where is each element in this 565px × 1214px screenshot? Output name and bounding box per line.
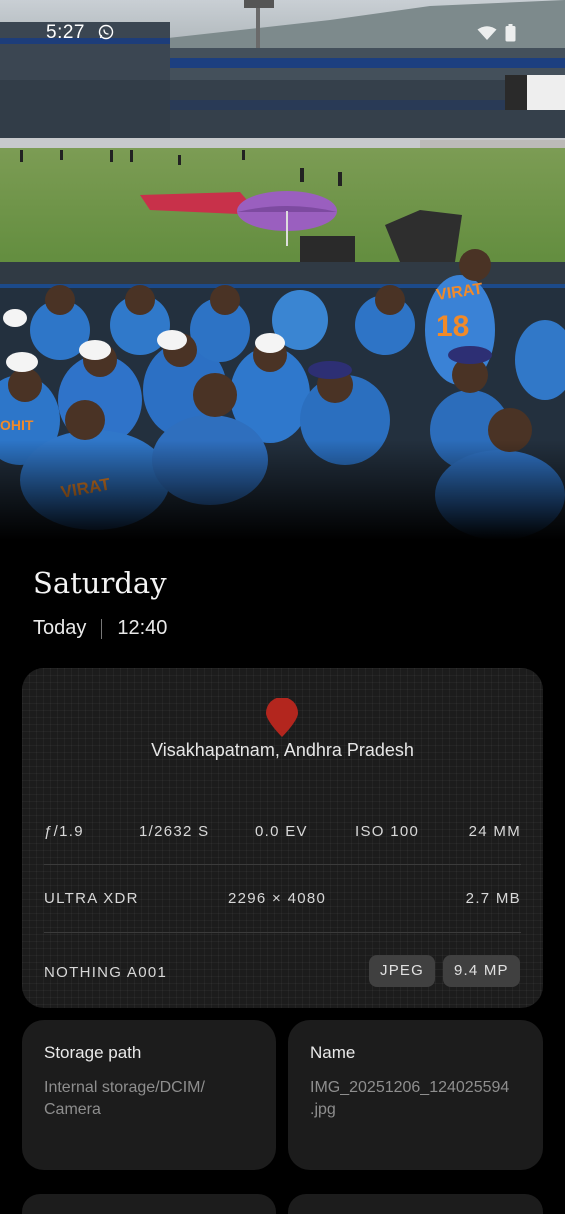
file-name-card[interactable]: Name IMG_20251206_124025594 .jpg [288, 1020, 543, 1170]
next-card-left[interactable] [22, 1194, 276, 1214]
location-text[interactable]: Visakhapatnam, Andhra Pradesh [22, 740, 543, 761]
aperture: ƒ/1.9 [44, 823, 84, 840]
image-resolution: 2296 × 4080 [228, 890, 327, 907]
device-row: NOTHING A001 JPEG 9.4 MP [44, 955, 521, 989]
storage-path-label: Storage path [44, 1043, 142, 1062]
separator [101, 618, 103, 639]
day-title: Saturday [33, 566, 167, 600]
shutter-speed: 1/2632 S [139, 823, 210, 840]
exposure-value: 0.0 EV [255, 823, 308, 840]
storage-path-value: Internal storage/DCIM/ Camera [44, 1079, 205, 1118]
exif-row: ƒ/1.9 1/2632 S 0.0 EV ISO 100 24 MM [44, 823, 521, 843]
location-pin-icon[interactable] [265, 698, 299, 738]
relative-date: Today [33, 617, 87, 639]
file-name-value: IMG_20251206_124025594 .jpg [310, 1079, 510, 1118]
iso: ISO 100 [355, 823, 420, 840]
photo-details-card: Visakhapatnam, Andhra Pradesh ƒ/1.9 1/26… [22, 668, 543, 1008]
photo-preview[interactable]: VIRAT 18 VIRAT OHIT 5:27 [0, 0, 565, 540]
capture-mode: ULTRA XDR [44, 890, 139, 907]
divider [44, 864, 521, 865]
stadium-photo: VIRAT 18 VIRAT OHIT [0, 0, 565, 540]
file-name-label: Name [310, 1043, 356, 1062]
capture-mode-row: ULTRA XDR 2296 × 4080 2.7 MB [44, 890, 521, 910]
battery-icon [505, 24, 516, 42]
capture-time: 12:40 [117, 617, 168, 639]
megapixel-chip: 9.4 MP [443, 955, 520, 987]
svg-text:18: 18 [436, 310, 469, 343]
whatsapp-icon [98, 24, 114, 40]
wifi-icon [477, 26, 497, 40]
divider [44, 932, 521, 933]
device-model: NOTHING A001 [44, 964, 168, 981]
next-card-right[interactable] [288, 1194, 543, 1214]
status-bar: 5:27 [0, 0, 565, 43]
svg-text:OHIT: OHIT [0, 417, 34, 433]
date-time-row: Today 12:40 [33, 617, 167, 640]
format-chip: JPEG [369, 955, 435, 987]
focal-length: 24 MM [468, 823, 521, 840]
storage-path-card[interactable]: Storage path Internal storage/DCIM/ Came… [22, 1020, 276, 1170]
status-time: 5:27 [46, 22, 85, 43]
file-size: 2.7 MB [465, 890, 521, 907]
